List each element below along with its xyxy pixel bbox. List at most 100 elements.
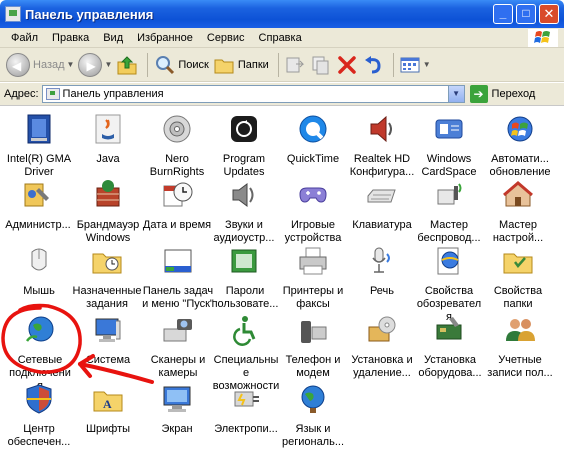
undo-icon — [364, 55, 381, 73]
maximize-button[interactable]: □ — [516, 4, 536, 24]
views-button[interactable]: ▼ — [399, 54, 431, 76]
title-bar[interactable]: Панель управления — [0, 0, 564, 28]
cp-item-game-controllers[interactable]: Игровые устройства — [280, 178, 346, 245]
cp-item-intel-gma[interactable]: Intel(R) GMA Driver — [6, 112, 72, 179]
search-button[interactable]: Поиск — [153, 54, 209, 76]
cp-item-display[interactable]: Экран — [144, 382, 210, 436]
cp-item-phone-modem[interactable]: Телефон и модем — [280, 313, 346, 380]
add-remove-icon — [368, 316, 396, 342]
menu-bar: Файл Правка Вид Избранное Сервис Справка — [0, 28, 564, 48]
svg-text:A: A — [103, 397, 112, 411]
go-button[interactable]: ➔ Переход — [469, 85, 535, 103]
toolbar: ◀ Назад ▼ ▶ ▼ Поиск Папки ▼ — [0, 48, 564, 82]
cp-item-program-updates[interactable]: Program Updates — [211, 112, 277, 179]
control-panel-icon — [5, 6, 21, 22]
menu-tools[interactable]: Сервис — [200, 32, 252, 44]
add-hardware-icon — [436, 317, 462, 340]
system-icon — [95, 318, 121, 342]
windows-logo-icon — [528, 29, 558, 47]
undo-button[interactable] — [362, 54, 384, 76]
cp-item-passwords[interactable]: Пароли пользовате... — [211, 244, 279, 311]
sounds-icon — [232, 183, 254, 207]
address-field[interactable]: Панель управления ▼ — [41, 85, 465, 103]
cardspace-icon — [435, 119, 463, 139]
cp-item-printers[interactable]: Принтеры и факсы — [280, 244, 346, 311]
chevron-down-icon[interactable]: ▼ — [104, 60, 112, 69]
cp-item-java[interactable]: Java — [75, 112, 141, 166]
phone-modem-icon — [301, 321, 327, 343]
cp-item-scheduled-tasks[interactable]: Назначенные задания — [72, 244, 142, 311]
cp-item-realtek[interactable]: Realtek HD Конфигура... — [349, 112, 415, 179]
cp-item-firewall[interactable]: Брандмауэр Windows — [75, 178, 141, 245]
java-icon — [95, 114, 121, 144]
chevron-down-icon[interactable]: ▼ — [67, 60, 75, 69]
views-icon — [400, 57, 420, 72]
cp-item-mouse[interactable]: Мышь — [6, 244, 72, 298]
cp-item-power[interactable]: Электропи... — [211, 382, 281, 436]
go-arrow-icon: ➔ — [469, 85, 488, 103]
cp-item-datetime[interactable]: Дата и время — [142, 178, 212, 232]
back-button[interactable]: ◀ Назад ▼ — [6, 52, 75, 77]
folder-options-icon — [503, 253, 533, 274]
delete-button[interactable] — [336, 54, 358, 76]
minimize-button[interactable]: _ — [493, 4, 513, 24]
display-icon — [163, 386, 191, 412]
menu-help[interactable]: Справка — [252, 32, 309, 44]
back-label: Назад — [33, 58, 65, 71]
cp-item-security-center[interactable]: Центр обеспечен... — [6, 382, 72, 449]
folders-icon — [214, 59, 234, 73]
up-folder-icon — [117, 55, 137, 74]
menu-edit[interactable]: Правка — [45, 32, 96, 44]
forward-button[interactable]: ▶ ▼ — [78, 52, 112, 77]
cp-item-scanners[interactable]: Сканеры и камеры — [144, 313, 212, 380]
cp-item-fonts[interactable]: A Шрифты — [75, 382, 141, 436]
cp-item-user-accounts[interactable]: Учетные записи пол... — [484, 313, 556, 380]
regional-icon — [301, 385, 325, 413]
auto-update-icon — [507, 116, 533, 142]
cp-item-speech[interactable]: Речь — [349, 244, 415, 298]
admin-tools-icon — [24, 183, 49, 207]
forward-arrow-icon: ▶ — [78, 52, 103, 77]
speech-icon — [372, 247, 390, 273]
cp-item-system[interactable]: Система — [75, 313, 141, 367]
up-folder-button[interactable] — [116, 54, 138, 76]
cp-item-regional[interactable]: Язык и региональ... — [280, 382, 346, 449]
chevron-down-icon[interactable]: ▼ — [447, 86, 464, 102]
network-connections-icon — [25, 316, 54, 342]
cp-item-keyboard[interactable]: Клавиатура — [347, 178, 417, 232]
cp-item-add-remove[interactable]: Установка и удаление... — [346, 313, 418, 380]
cp-item-sounds[interactable]: Звуки и аудиоустр... — [211, 178, 277, 245]
cp-item-network-connections[interactable]: Сетевые подключения — [8, 313, 72, 393]
copy-to-button[interactable] — [310, 54, 332, 76]
address-value[interactable]: Панель управления — [63, 88, 164, 100]
passwords-icon — [231, 249, 257, 273]
cp-item-auto-update[interactable]: Автомати... обновление — [484, 112, 556, 179]
toolbar-separator — [147, 52, 149, 77]
cp-item-folder-options[interactable]: Свойства папки — [484, 244, 552, 311]
cp-item-add-hardware[interactable]: Установка оборудова... — [414, 313, 486, 380]
address-label: Адрес: — [4, 88, 39, 100]
taskbar-icon — [164, 249, 192, 273]
cp-item-internet-options[interactable]: Свойства обозревателя — [414, 244, 484, 324]
cp-item-wireless-wizard[interactable]: Мастер беспровод... — [416, 178, 482, 245]
window-title: Панель управления — [25, 6, 154, 22]
close-button[interactable]: ✕ — [539, 4, 559, 24]
mouse-icon — [31, 248, 47, 271]
user-accounts-icon — [506, 319, 535, 341]
cp-item-nero[interactable]: Nero BurnRights — [144, 112, 210, 179]
cp-item-network-wizard[interactable]: Мастер настрой... — [484, 178, 552, 245]
fonts-icon: A — [93, 391, 123, 412]
menu-view[interactable]: Вид — [96, 32, 130, 44]
move-to-button[interactable] — [284, 54, 306, 76]
cp-item-quicktime[interactable]: QuickTime — [280, 112, 346, 166]
cp-item-accessibility[interactable]: Специальные возможности — [211, 313, 281, 393]
network-wizard-icon — [503, 181, 533, 207]
menu-favorites[interactable]: Избранное — [130, 32, 200, 44]
menu-file[interactable]: Файл — [4, 32, 45, 44]
cp-item-taskbar[interactable]: Панель задач и меню "Пуск" — [142, 244, 214, 311]
cp-item-cardspace[interactable]: Windows CardSpace — [416, 112, 482, 179]
cp-item-admin-tools[interactable]: Администр... — [4, 178, 72, 232]
toolbar-separator — [392, 52, 394, 77]
folders-button[interactable]: Папки — [213, 54, 269, 76]
chevron-down-icon[interactable]: ▼ — [423, 60, 431, 69]
